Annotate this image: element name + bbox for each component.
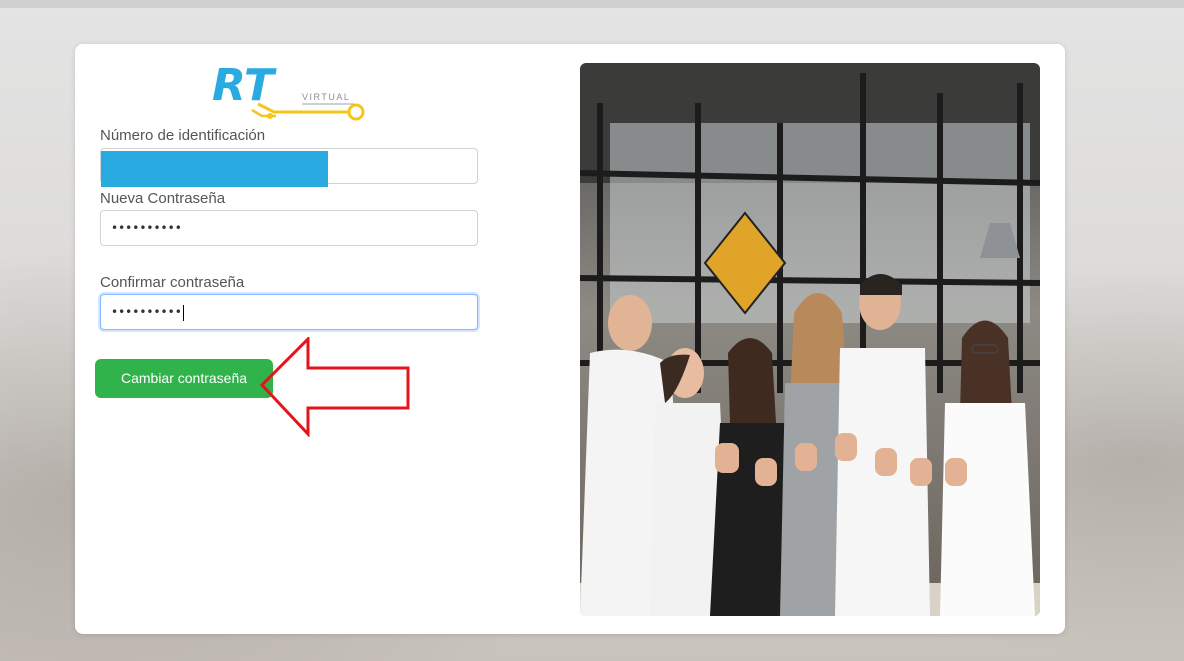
change-password-button[interactable]: Cambiar contraseña — [95, 359, 273, 398]
new-password-input[interactable]: •••••••••• — [100, 210, 478, 246]
confirm-password-label: Confirmar contraseña — [100, 274, 245, 291]
confirm-password-value: •••••••••• — [111, 305, 182, 319]
id-label: Número de identificación — [100, 127, 266, 144]
new-password-value: •••••••••• — [111, 221, 182, 235]
logo-letters: RT — [212, 60, 277, 111]
text-caret — [182, 304, 184, 321]
rt-virtual-logo: RT VIRTUAL — [212, 60, 365, 121]
top-strip — [0, 0, 1184, 8]
redaction-block — [101, 151, 328, 187]
new-password-label: Nueva Contraseña — [100, 190, 226, 207]
red-arrow-annotation — [259, 337, 410, 437]
team-photo — [580, 63, 1040, 616]
confirm-password-input[interactable]: •••••••••• — [100, 294, 478, 330]
logo-subtitle: VIRTUAL — [302, 92, 350, 102]
